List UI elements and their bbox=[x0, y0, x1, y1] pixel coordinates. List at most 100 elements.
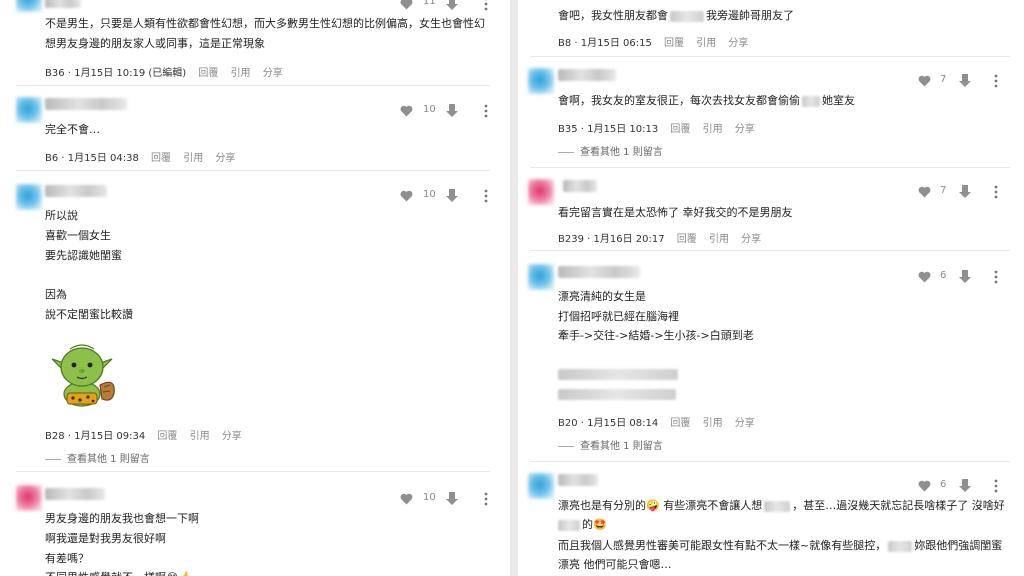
comment-actions: 10 bbox=[400, 491, 495, 507]
heart-icon[interactable] bbox=[400, 493, 413, 505]
comment-text-line: 漂亮 他們可能只會嗯… bbox=[558, 558, 672, 571]
more-vertical-icon[interactable] bbox=[994, 479, 998, 493]
comment-text-line: 會啊，我女友的室友很正，每次去找女友都會偷偷 她室友 bbox=[558, 91, 855, 111]
comment-meta: B239 · 1月16日 20:17 回覆 引用 分享 bbox=[558, 230, 761, 245]
comment-text-line: 不同男性感覺就不一樣啊😂👍 bbox=[45, 568, 193, 576]
redacted-text bbox=[558, 519, 580, 531]
comment-meta: B6 · 1月15日 04:38 回覆 引用 分享 bbox=[45, 149, 235, 164]
comment-partial: 10 男友身邊的朋友我也會想一下啊 啊我還是對我男友很好啊 有差嗎？ 不同男性感… bbox=[0, 472, 510, 576]
username[interactable] bbox=[45, 488, 105, 500]
thumb-down-icon[interactable] bbox=[446, 492, 458, 505]
floor-timestamp: B28 · 1月15日 09:34 bbox=[45, 431, 146, 442]
reply-link[interactable]: 回覆 bbox=[151, 153, 171, 164]
avatar[interactable] bbox=[528, 473, 554, 499]
quote-link[interactable]: 引用 bbox=[703, 418, 723, 429]
username[interactable] bbox=[45, 98, 127, 110]
more-vertical-icon[interactable] bbox=[484, 0, 488, 11]
comment-text: 我旁邊帥哥朋友了 bbox=[706, 9, 794, 22]
heart-icon[interactable] bbox=[918, 75, 931, 87]
more-vertical-icon[interactable] bbox=[994, 185, 998, 199]
comment-meta: B20 · 1月15日 08:14 回覆 引用 分享 bbox=[558, 414, 755, 429]
heart-icon[interactable] bbox=[918, 480, 931, 492]
heart-icon[interactable] bbox=[400, 105, 413, 117]
username[interactable] bbox=[563, 180, 597, 192]
thumb-down-icon[interactable] bbox=[959, 479, 971, 492]
avatar[interactable] bbox=[528, 179, 554, 205]
comment-b6: 10 完全不會… B6 · 1月15日 04:38 回覆 引用 分享 bbox=[0, 86, 510, 170]
comment-b239: 7 看完留言實在是太恐怖了 幸好我交的不是男朋友 B239 · 1月16日 20… bbox=[518, 168, 1024, 250]
share-link[interactable]: 分享 bbox=[741, 234, 761, 245]
thumb-down-icon[interactable] bbox=[446, 189, 458, 202]
quote-link[interactable]: 引用 bbox=[703, 124, 723, 135]
more-vertical-icon[interactable] bbox=[484, 492, 488, 506]
view-more-replies-link[interactable]: 查看其他 1 則留言 bbox=[45, 450, 150, 465]
username[interactable] bbox=[45, 185, 107, 197]
thumb-down-icon[interactable] bbox=[959, 74, 971, 87]
reply-link[interactable]: 回覆 bbox=[670, 124, 690, 135]
like-count: 11 bbox=[423, 0, 436, 7]
avatar[interactable] bbox=[528, 68, 554, 94]
thumb-down-icon[interactable] bbox=[959, 270, 971, 283]
dash-line bbox=[558, 151, 574, 153]
avatar[interactable] bbox=[16, 485, 42, 511]
username[interactable] bbox=[45, 0, 81, 8]
share-link[interactable]: 分享 bbox=[222, 431, 242, 442]
like-count: 7 bbox=[940, 185, 947, 196]
avatar[interactable] bbox=[16, 97, 42, 123]
more-vertical-icon[interactable] bbox=[484, 189, 488, 203]
comment-actions: 10 bbox=[400, 188, 495, 204]
username[interactable] bbox=[558, 474, 598, 486]
left-comment-column: 11 不是男生，只要是人類有性欲都會性幻想，而大多數男生性幻想的比例偏高，女生也… bbox=[0, 0, 510, 576]
share-link[interactable]: 分享 bbox=[215, 153, 235, 164]
avatar[interactable] bbox=[16, 184, 42, 210]
thumb-down-icon[interactable] bbox=[446, 0, 458, 10]
comment-partial-right: 6 漂亮也是有分別的🤪 有些漂亮不會讓人想 ，甚至…過沒幾天就忘記長啥樣子了 沒啥… bbox=[518, 462, 1024, 576]
reply-link[interactable]: 回覆 bbox=[677, 234, 697, 245]
comment-actions: 7 bbox=[918, 73, 1013, 89]
heart-icon[interactable] bbox=[400, 190, 413, 202]
quote-link[interactable]: 引用 bbox=[183, 153, 203, 164]
share-link[interactable]: 分享 bbox=[263, 68, 283, 79]
comment-text: 會吧，我女性朋友都會 bbox=[558, 9, 668, 22]
share-link[interactable]: 分享 bbox=[735, 124, 755, 135]
username[interactable] bbox=[558, 266, 640, 278]
comment-text-line: 要先認識她閨蜜 bbox=[45, 249, 122, 262]
more-vertical-icon[interactable] bbox=[484, 104, 488, 118]
view-more-label: 查看其他 1 則留言 bbox=[580, 441, 663, 452]
username[interactable] bbox=[558, 69, 616, 81]
comment-text: 妳跟他們強調閨蜜 bbox=[914, 539, 1003, 552]
avatar[interactable] bbox=[528, 264, 554, 290]
view-more-replies-link[interactable]: 查看其他 1 則留言 bbox=[558, 437, 663, 452]
floor-timestamp: B36 · 1月15日 10:19 (已編輯) bbox=[45, 68, 187, 79]
thumb-down-icon[interactable] bbox=[959, 185, 971, 198]
quote-link[interactable]: 引用 bbox=[709, 234, 729, 245]
goblin-sticker-image[interactable] bbox=[48, 337, 120, 409]
comment-actions: 6 bbox=[918, 269, 1013, 285]
reply-link[interactable]: 回覆 bbox=[198, 68, 218, 79]
avatar[interactable] bbox=[16, 0, 42, 12]
reply-link[interactable]: 回覆 bbox=[664, 38, 684, 49]
comment-text-line: 啊我還是對我男友很好啊 bbox=[45, 532, 166, 545]
view-more-replies-link[interactable]: 查看其他 1 則留言 bbox=[558, 143, 663, 158]
comment-meta: B36 · 1月15日 10:19 (已編輯) 回覆 引用 分享 bbox=[45, 64, 283, 79]
more-vertical-icon[interactable] bbox=[994, 74, 998, 88]
comment-text-line: 完全不會… bbox=[45, 123, 100, 136]
view-more-label: 查看其他 1 則留言 bbox=[67, 454, 150, 465]
quote-link[interactable]: 引用 bbox=[190, 431, 210, 442]
heart-icon[interactable] bbox=[400, 0, 413, 10]
comment-text-line: 打個招呼就已經在腦海裡 bbox=[558, 310, 679, 323]
thumb-down-icon[interactable] bbox=[446, 104, 458, 117]
heart-icon[interactable] bbox=[918, 186, 931, 198]
reply-link[interactable]: 回覆 bbox=[670, 418, 690, 429]
comment-b8: 會吧，我女性朋友都會 我旁邊帥哥朋友了 B8 · 1月15日 06:15 回覆 引… bbox=[518, 0, 1024, 56]
like-count: 10 bbox=[423, 189, 436, 200]
redacted-text bbox=[888, 540, 913, 552]
share-link[interactable]: 分享 bbox=[728, 38, 748, 49]
more-vertical-icon[interactable] bbox=[994, 270, 998, 284]
quote-link[interactable]: 引用 bbox=[696, 38, 716, 49]
reply-link[interactable]: 回覆 bbox=[157, 431, 177, 442]
heart-icon[interactable] bbox=[918, 271, 931, 283]
quote-link[interactable]: 引用 bbox=[231, 68, 251, 79]
share-link[interactable]: 分享 bbox=[735, 418, 755, 429]
comment-text-line: 漂亮清純的女生是 bbox=[558, 290, 646, 303]
